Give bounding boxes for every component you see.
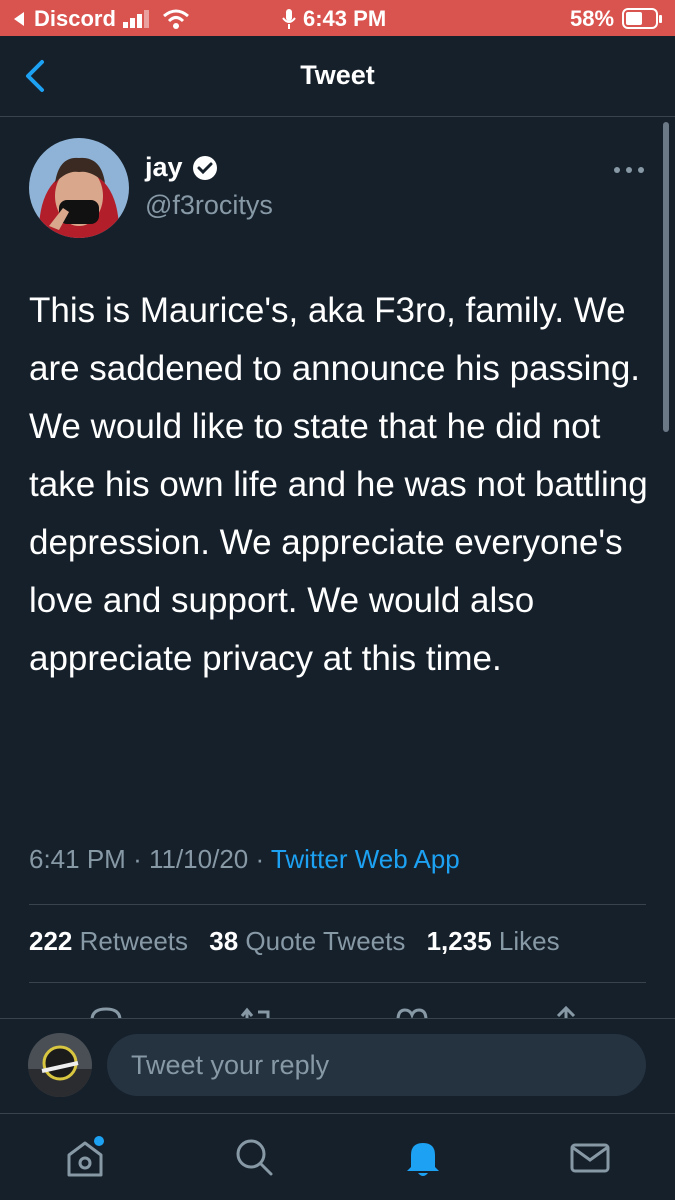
- back-triangle-icon[interactable]: [12, 11, 26, 27]
- header: Tweet: [0, 36, 675, 117]
- retweets-stat[interactable]: 222 Retweets: [29, 926, 188, 956]
- likes-stat[interactable]: 1,235 Likes: [427, 926, 560, 956]
- more-options-icon[interactable]: [612, 163, 646, 177]
- wifi-icon: [163, 9, 189, 29]
- tweet-time: 6:41 PM: [29, 844, 126, 874]
- tweet-date: 11/10/20: [148, 844, 249, 874]
- author-name[interactable]: jay: [145, 152, 183, 183]
- status-back-app[interactable]: Discord: [34, 6, 116, 32]
- reply-input[interactable]: Tweet your reply: [107, 1034, 646, 1096]
- microphone-icon: [282, 9, 296, 29]
- messages-icon[interactable]: [568, 1135, 612, 1179]
- battery-icon: [622, 8, 662, 29]
- status-bar: Discord 6:43 PM 58%: [0, 0, 675, 36]
- home-icon[interactable]: [63, 1135, 107, 1179]
- meta-separator: ·: [133, 844, 142, 874]
- meta-separator: ·: [255, 844, 265, 874]
- tweet-text: This is Maurice's, aka F3ro, family. We …: [29, 291, 648, 678]
- avatar[interactable]: [29, 138, 129, 238]
- tweet-meta: 6:41 PM · 11/10/20 · Twitter Web App: [29, 844, 460, 875]
- verified-badge-icon: [193, 156, 217, 180]
- page-title: Tweet: [300, 60, 375, 90]
- tweet-stats: 222 Retweets 38 Quote Tweets 1,235 Likes: [29, 926, 560, 957]
- user-avatar[interactable]: [28, 1033, 92, 1097]
- source-app-link[interactable]: Twitter Web App: [271, 844, 460, 874]
- search-icon[interactable]: [232, 1135, 276, 1179]
- divider: [29, 982, 646, 983]
- signal-icon: [123, 10, 149, 28]
- scrollbar[interactable]: [663, 122, 669, 432]
- quote-tweets-stat[interactable]: 38 Quote Tweets: [209, 926, 405, 956]
- battery-percent: 58%: [570, 6, 615, 31]
- notifications-icon[interactable]: [401, 1135, 445, 1179]
- divider: [29, 904, 646, 905]
- status-time: 6:43 PM: [303, 6, 387, 31]
- author-handle[interactable]: @f3rocitys: [145, 190, 273, 221]
